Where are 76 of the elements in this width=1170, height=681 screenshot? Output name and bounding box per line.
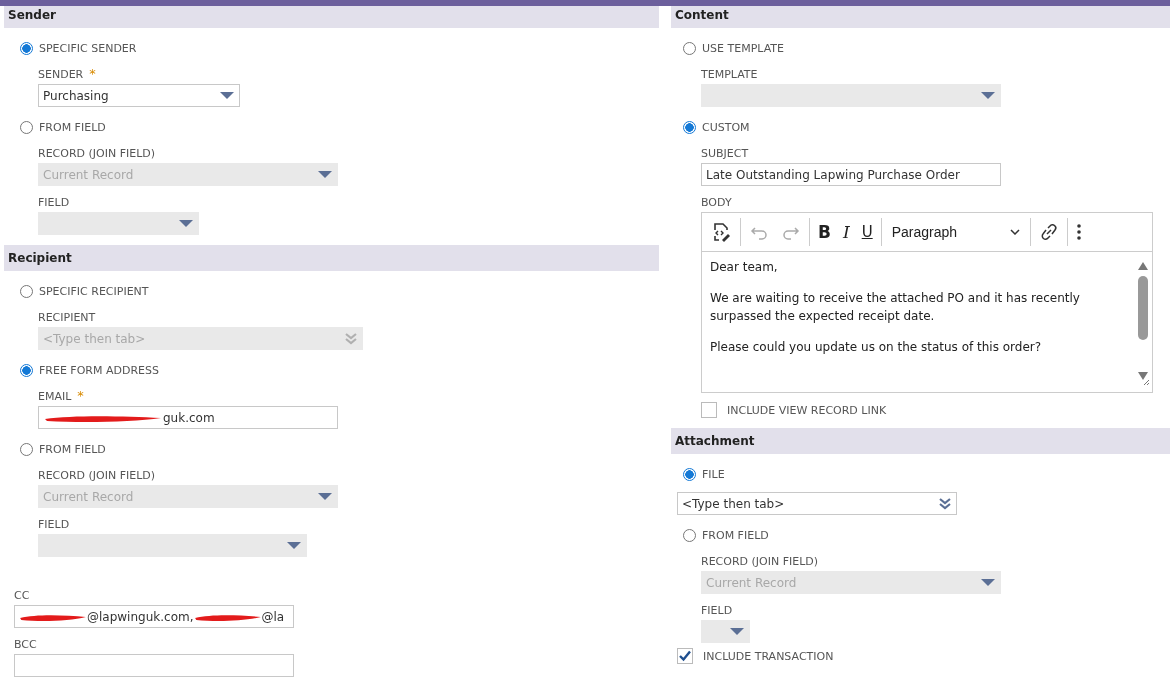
field-value: @lapwinguk.com, — [87, 609, 194, 624]
caret-icon — [318, 492, 332, 501]
double-chevron-icon — [939, 497, 951, 510]
placeholder-text: <Type then tab> — [682, 496, 785, 511]
field-value: @la — [261, 609, 285, 624]
field-label: RECIPIENT — [38, 310, 96, 324]
field-label: BODY — [701, 195, 732, 209]
field-label: FIELD — [701, 603, 733, 617]
caret-icon — [179, 219, 193, 228]
double-chevron-icon — [345, 332, 357, 345]
body-paragraph: Dear team, — [710, 259, 779, 276]
select-value: Current Record — [43, 489, 134, 504]
placeholder-text: <Type then tab> — [43, 331, 146, 346]
radio-button[interactable] — [683, 41, 696, 55]
caret-icon — [981, 91, 995, 100]
caret-icon — [287, 541, 301, 550]
radio-button[interactable] — [20, 284, 33, 298]
select-field[interactable]: Purchasing — [38, 84, 240, 107]
field-label: RECORD (JOIN FIELD) — [38, 146, 156, 160]
select-value: Current Record — [706, 575, 797, 590]
field-label: RECORD (JOIN FIELD) — [38, 468, 156, 482]
field-label: TEMPLATE — [701, 67, 758, 81]
text-field[interactable]: Late Outstanding Lapwing Purchase Order — [701, 163, 1001, 186]
select-value: Current Record — [43, 167, 134, 182]
text-field[interactable] — [14, 654, 294, 677]
radio-label: CUSTOM — [702, 120, 750, 134]
field-label: RECORD (JOIN FIELD) — [701, 554, 819, 568]
radio-label: FREE FORM ADDRESS — [39, 363, 159, 377]
body-paragraph: We are waiting to receive the attached PO and it has recently surpassed the expected receipt date. — [710, 290, 1081, 325]
section-header: Recipient — [4, 245, 659, 271]
radio-label: FILE — [702, 467, 725, 481]
bold-button[interactable]: B — [814, 217, 835, 247]
underline-button[interactable]: U — [857, 217, 877, 247]
radio-label: SPECIFIC SENDER — [39, 41, 137, 55]
caret-icon — [318, 170, 332, 179]
caret-icon — [981, 578, 995, 587]
required-mark: * — [77, 390, 84, 402]
radio-button[interactable] — [20, 442, 33, 456]
radio-label: SPECIFIC RECIPIENT — [39, 284, 149, 298]
field-label: SENDER — [38, 67, 84, 81]
radio-button[interactable] — [683, 120, 696, 134]
radio-label: FROM FIELD — [39, 120, 106, 134]
radio-label: USE TEMPLATE — [702, 41, 784, 55]
checkbox-label: INCLUDE VIEW RECORD LINK — [727, 403, 887, 417]
field-label: BCC — [14, 637, 37, 651]
lookup-field[interactable]: <Type then tab> — [677, 492, 957, 515]
format-dropdown[interactable]: Paragraph — [885, 217, 1026, 247]
select-value: Purchasing — [43, 88, 109, 103]
text-field[interactable]: @lapwinguk.com, @la — [14, 605, 294, 628]
required-mark: * — [89, 68, 96, 80]
chevron-down-icon — [1009, 229, 1020, 235]
radio-button[interactable] — [20, 120, 33, 134]
field-label: FIELD — [38, 517, 70, 531]
field-value: Late Outstanding Lapwing Purchase Order — [706, 167, 960, 182]
field-label: EMAIL — [38, 389, 72, 403]
radio-label: FROM FIELD — [39, 442, 106, 456]
field-label: CC — [14, 588, 30, 602]
field-value: guk.com — [163, 410, 215, 425]
field-label: FIELD — [38, 195, 70, 209]
italic-button[interactable]: I — [838, 217, 854, 247]
section-header: Attachment — [671, 428, 1170, 454]
field-label: SUBJECT — [701, 146, 749, 160]
text-field[interactable]: guk.com — [38, 406, 338, 429]
caret-icon — [730, 627, 744, 636]
section-header: Content — [671, 6, 1170, 28]
checkbox-label: INCLUDE TRANSACTION — [703, 649, 834, 663]
caret-icon — [220, 91, 234, 100]
radio-button[interactable] — [683, 467, 696, 481]
body-paragraph: Please could you update us on the status of this order? — [710, 339, 1043, 356]
checkbox[interactable] — [677, 648, 693, 664]
section-header: Sender — [4, 6, 659, 28]
checkbox[interactable] — [701, 402, 717, 418]
radio-label: FROM FIELD — [702, 528, 769, 542]
radio-button[interactable] — [20, 363, 33, 377]
radio-button[interactable] — [683, 528, 696, 542]
radio-button[interactable] — [20, 41, 33, 55]
